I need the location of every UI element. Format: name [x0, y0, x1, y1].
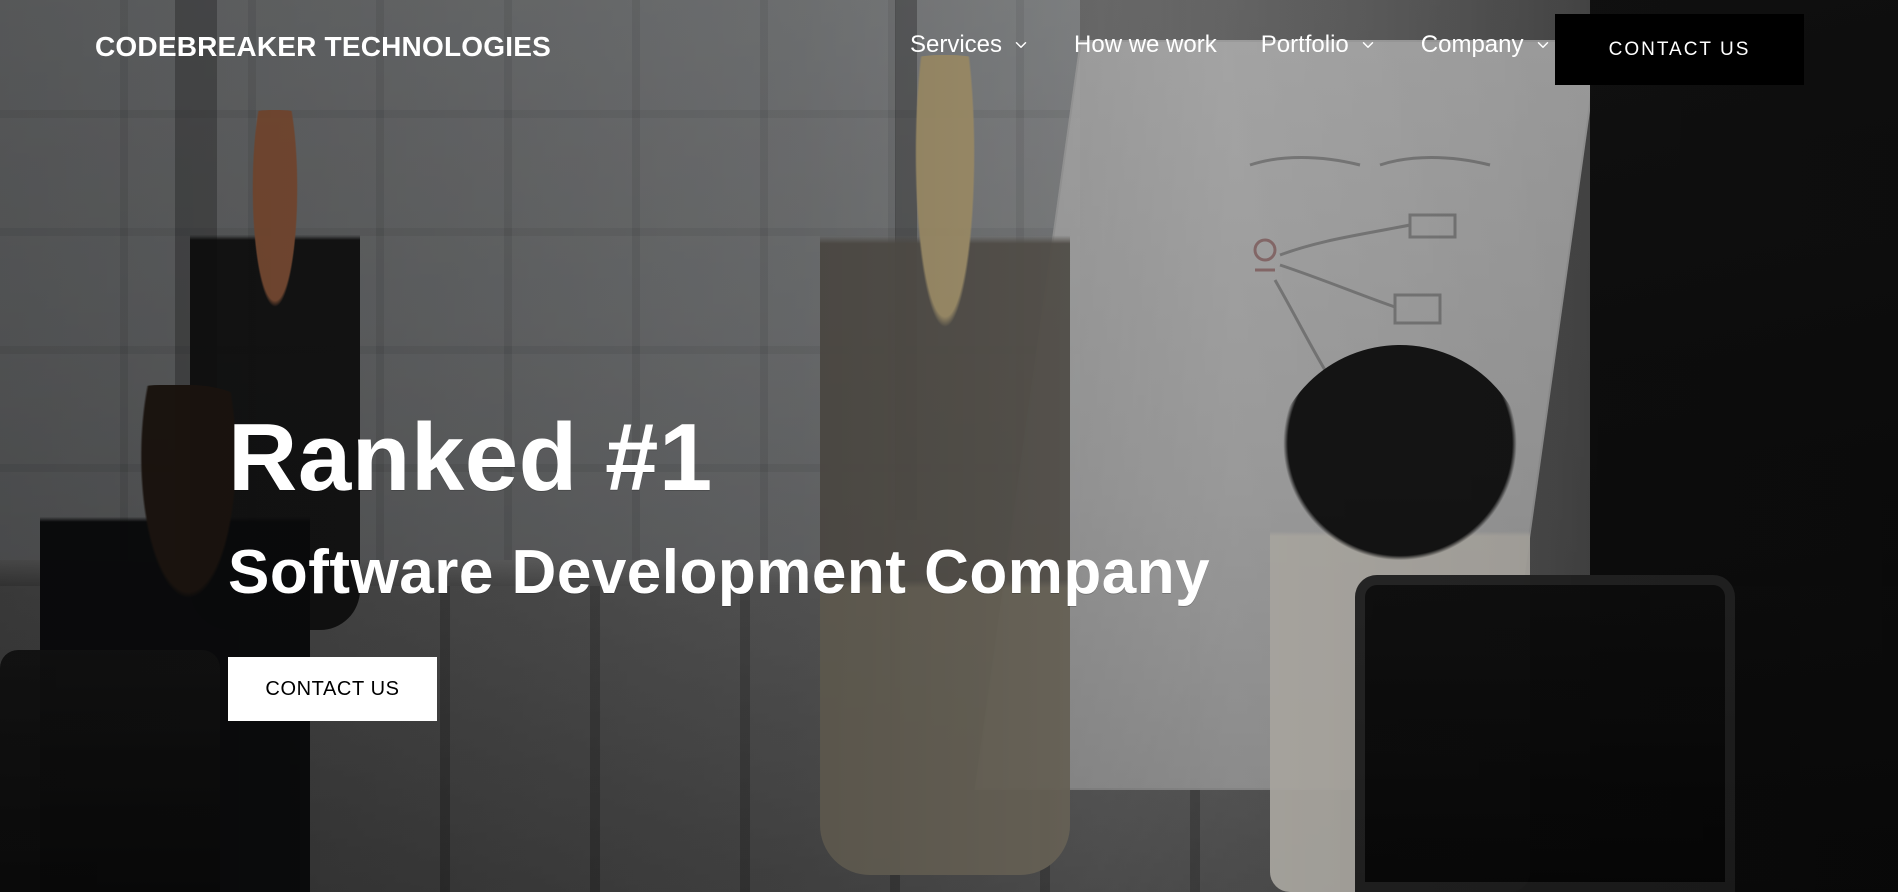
site-header: CODEBREAKER TECHNOLOGIES Services How we… [0, 0, 1898, 100]
chevron-down-icon [1012, 36, 1030, 54]
hero-content: Ranked #1 Software Development Company C… [228, 404, 1211, 722]
brand-logo-text[interactable]: CODEBREAKER TECHNOLOGIES [95, 31, 551, 63]
nav-item-label: How we work [1074, 31, 1217, 58]
nav-item-services[interactable]: Services [910, 31, 1030, 59]
nav-item-how-we-work[interactable]: How we work [1074, 31, 1217, 59]
chevron-down-icon [1534, 36, 1552, 54]
header-contact-button[interactable]: CONTACT US [1555, 14, 1804, 85]
nav-item-label: Company [1420, 31, 1524, 58]
hero-contact-button[interactable]: CONTACT US [228, 657, 437, 722]
main-nav: Services How we work Portfolio Company [910, 31, 1552, 59]
nav-item-company[interactable]: Company [1421, 31, 1552, 59]
nav-item-label: Portfolio [1260, 31, 1349, 58]
nav-item-label: Services [910, 31, 1003, 58]
chevron-down-icon [1359, 36, 1377, 54]
hero-title: Ranked #1 [228, 404, 713, 511]
hero-section: CODEBREAKER TECHNOLOGIES Services How we… [0, 0, 1898, 892]
hero-subtitle: Software Development Company [228, 538, 1211, 607]
nav-item-portfolio[interactable]: Portfolio [1261, 31, 1377, 59]
